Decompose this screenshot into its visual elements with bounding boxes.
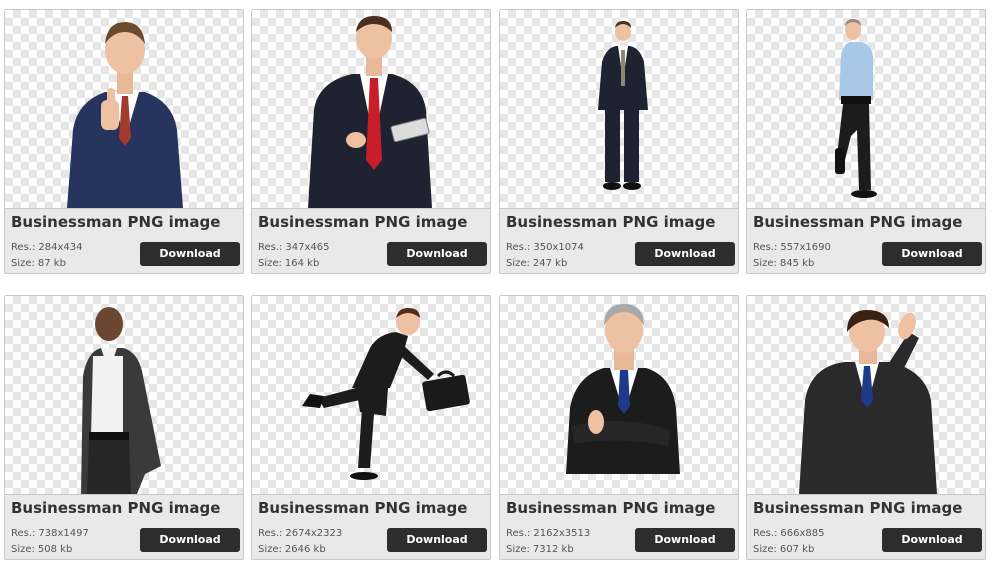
businessman-casual-icon[interactable] [5, 296, 243, 495]
size-text: Size: 247 kb [506, 258, 567, 269]
businessman-arms-crossed-icon[interactable] [500, 296, 738, 495]
size-label: Size: [258, 544, 282, 555]
download-button[interactable]: Download [882, 528, 982, 552]
image-card[interactable]: Businessman PNG image Res.: 347x465 Size:… [251, 9, 491, 274]
res-label: Res.: [258, 242, 283, 253]
businessman-facepalm-icon[interactable] [747, 296, 985, 495]
res-label: Res.: [753, 242, 778, 253]
res-label: Res.: [11, 242, 36, 253]
res-label: Res.: [11, 528, 36, 539]
download-button[interactable]: Download [387, 528, 487, 552]
card-title: Businessman PNG image [753, 213, 963, 231]
size-label: Size: [258, 258, 282, 269]
resolution-text: Res.: 557x1690 [753, 242, 831, 253]
download-button[interactable]: Download [882, 242, 982, 266]
image-grid: Businessman PNG image Res.: 284x434 Size:… [0, 0, 993, 567]
card-title: Businessman PNG image [506, 213, 716, 231]
resolution-text: Res.: 738x1497 [11, 528, 89, 539]
size-text: Size: 7312 kb [506, 544, 574, 555]
size-text: Size: 87 kb [11, 258, 66, 269]
image-card[interactable]: Businessman PNG image Res.: 738x1497 Size… [4, 295, 244, 560]
businessman-standing-icon[interactable] [500, 10, 738, 209]
image-card[interactable]: Businessman PNG image Res.: 557x1690 Size… [746, 9, 986, 274]
card-title: Businessman PNG image [11, 499, 221, 517]
res-value: 284x434 [38, 242, 83, 253]
size-label: Size: [753, 544, 777, 555]
size-label: Size: [11, 258, 35, 269]
size-label: Size: [11, 544, 35, 555]
size-text: Size: 164 kb [258, 258, 319, 269]
size-label: Size: [506, 544, 530, 555]
businessman-thumbs-up-icon[interactable] [5, 10, 243, 209]
size-value: 508 kb [37, 544, 73, 555]
image-card[interactable]: Businessman PNG image Res.: 2674x2323 Siz… [251, 295, 491, 560]
res-value: 738x1497 [38, 528, 89, 539]
businessman-tablet-icon[interactable] [252, 10, 490, 209]
download-button[interactable]: Download [387, 242, 487, 266]
res-label: Res.: [506, 242, 531, 253]
card-title: Businessman PNG image [258, 213, 468, 231]
res-value: 2674x2323 [285, 528, 343, 539]
image-card[interactable]: Businessman PNG image Res.: 284x434 Size:… [4, 9, 244, 274]
download-button[interactable]: Download [635, 242, 735, 266]
size-text: Size: 508 kb [11, 544, 72, 555]
size-value: 87 kb [37, 258, 66, 269]
size-text: Size: 607 kb [753, 544, 814, 555]
resolution-text: Res.: 284x434 [11, 242, 83, 253]
size-label: Size: [506, 258, 530, 269]
resolution-text: Res.: 2674x2323 [258, 528, 342, 539]
size-value: 607 kb [779, 544, 815, 555]
resolution-text: Res.: 350x1074 [506, 242, 584, 253]
image-card[interactable]: Businessman PNG image Res.: 2162x3513 Siz… [499, 295, 739, 560]
card-title: Businessman PNG image [258, 499, 468, 517]
res-value: 347x465 [285, 242, 330, 253]
size-value: 247 kb [532, 258, 568, 269]
resolution-text: Res.: 347x465 [258, 242, 330, 253]
size-label: Size: [753, 258, 777, 269]
card-title: Businessman PNG image [753, 499, 963, 517]
download-button[interactable]: Download [140, 242, 240, 266]
resolution-text: Res.: 2162x3513 [506, 528, 590, 539]
res-value: 666x885 [780, 528, 825, 539]
size-value: 845 kb [779, 258, 815, 269]
res-value: 2162x3513 [533, 528, 591, 539]
resolution-text: Res.: 666x885 [753, 528, 825, 539]
size-value: 164 kb [284, 258, 320, 269]
image-card[interactable]: Businessman PNG image Res.: 666x885 Size:… [746, 295, 986, 560]
image-card[interactable]: Businessman PNG image Res.: 350x1074 Size… [499, 9, 739, 274]
card-title: Businessman PNG image [11, 213, 221, 231]
download-button[interactable]: Download [635, 528, 735, 552]
res-label: Res.: [258, 528, 283, 539]
businessman-leaning-icon[interactable] [747, 10, 985, 209]
size-text: Size: 2646 kb [258, 544, 326, 555]
size-value: 7312 kb [532, 544, 574, 555]
res-label: Res.: [506, 528, 531, 539]
res-value: 350x1074 [533, 242, 584, 253]
res-value: 557x1690 [780, 242, 831, 253]
size-text: Size: 845 kb [753, 258, 814, 269]
size-value: 2646 kb [284, 544, 326, 555]
businessman-running-icon[interactable] [252, 296, 490, 495]
res-label: Res.: [753, 528, 778, 539]
download-button[interactable]: Download [140, 528, 240, 552]
card-title: Businessman PNG image [506, 499, 716, 517]
